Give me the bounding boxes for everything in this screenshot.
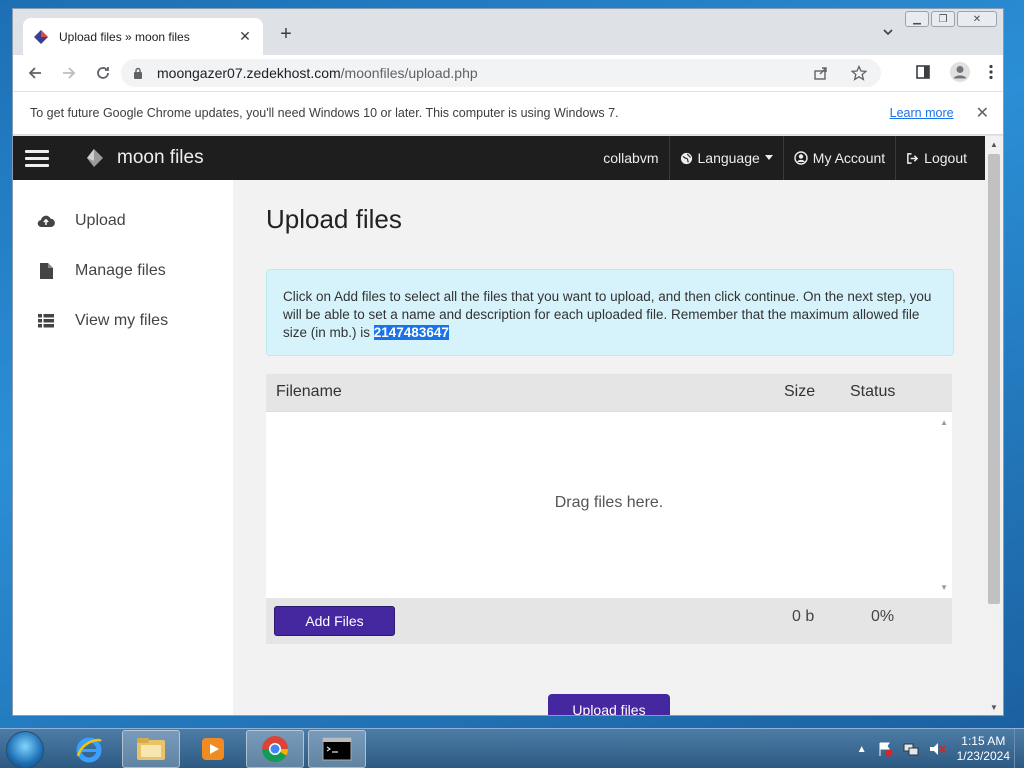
file-uploader: Filename Size Status ▲ Drag files here. … xyxy=(266,374,952,644)
moon-logo-icon xyxy=(87,149,103,167)
tab-close-icon[interactable]: ✕ xyxy=(237,28,253,45)
maximize-icon[interactable]: ❐ xyxy=(931,11,955,27)
show-desktop-button[interactable] xyxy=(1014,729,1024,768)
hamburger-menu-icon[interactable] xyxy=(25,149,49,167)
file-icon xyxy=(37,263,55,279)
col-size: Size xyxy=(784,383,816,400)
lock-icon xyxy=(134,67,142,79)
tray-expand-icon[interactable]: ▲ xyxy=(857,744,867,755)
update-infobar: To get future Google Chrome updates, you… xyxy=(13,91,1003,135)
nav-username: collabvm xyxy=(603,150,659,166)
reload-icon[interactable] xyxy=(91,61,115,85)
list-icon xyxy=(37,313,55,329)
upload-files-button[interactable]: Upload files xyxy=(548,694,670,715)
action-center-flag-icon[interactable] xyxy=(877,741,893,757)
brand-name[interactable]: moon files xyxy=(117,147,204,169)
sidebar-item-label: Manage files xyxy=(75,262,166,279)
info-alert: Click on Add files to select all the fil… xyxy=(266,269,954,356)
total-status: 0% xyxy=(871,608,895,625)
sidebar-item-view-my-files[interactable]: View my files xyxy=(37,312,168,330)
caret-down-icon xyxy=(764,155,773,160)
explorer-folder-icon[interactable] xyxy=(122,730,180,768)
tab-strip: Upload files » moon files ✕ + ▁ ❐ ✕ xyxy=(13,9,1003,55)
browser-toolbar: moongazer07.zedekhost.com/moonfiles/uplo… xyxy=(13,55,1003,91)
nav-right: collabvm Language My Account Logout xyxy=(593,136,977,180)
cmd-icon[interactable] xyxy=(308,730,366,768)
tab-title: Upload files » moon files xyxy=(59,29,190,44)
window-close-icon[interactable]: ✕ xyxy=(957,11,997,27)
user-circle-icon xyxy=(794,151,808,165)
sidebar-item-label: Upload xyxy=(75,212,126,229)
main-content: Upload files Click on Add files to selec… xyxy=(233,180,987,715)
globe-icon xyxy=(680,152,692,164)
toolbar-right xyxy=(915,61,993,83)
taskbar: ▲ 1:15 AM 1/23/2024 xyxy=(0,728,1024,768)
scrollbar-up-icon[interactable]: ▲ xyxy=(989,140,999,150)
chrome-icon[interactable] xyxy=(246,730,304,768)
sidebar-item-upload[interactable]: Upload xyxy=(37,212,126,230)
uploader-footer: Add Files 0 b 0% xyxy=(266,598,952,644)
cloud-upload-icon xyxy=(37,213,55,229)
network-icon[interactable] xyxy=(903,741,919,757)
drag-files-text: Drag files here. xyxy=(554,494,664,511)
add-files-button[interactable]: Add Files xyxy=(274,606,395,636)
sidebar: Upload Manage files View my files xyxy=(13,180,233,715)
page-scrollbar[interactable]: ▲ ▼ xyxy=(985,136,1003,715)
volume-muted-icon[interactable] xyxy=(929,741,947,757)
back-arrow-icon[interactable] xyxy=(23,61,47,85)
bookmark-star-icon[interactable] xyxy=(851,65,867,81)
url-text: moongazer07.zedekhost.com/moonfiles/uplo… xyxy=(157,65,478,81)
infobar-close-icon[interactable]: ✕ xyxy=(976,103,989,123)
kebab-menu-icon[interactable] xyxy=(989,64,993,80)
col-status: Status xyxy=(850,383,896,400)
logout-link[interactable]: Logout xyxy=(895,136,977,180)
uploader-header: Filename Size Status xyxy=(266,374,952,411)
infobar-text: To get future Google Chrome updates, you… xyxy=(30,106,619,120)
scrollbar-thumb[interactable] xyxy=(988,154,1000,604)
scroll-down-arrow-icon[interactable]: ▼ xyxy=(940,583,948,592)
sidebar-item-label: View my files xyxy=(75,312,169,329)
learn-more-link[interactable]: Learn more xyxy=(890,106,954,120)
new-tab-icon[interactable]: + xyxy=(275,23,297,46)
sign-out-icon xyxy=(907,152,919,164)
page-title: Upload files xyxy=(266,204,402,234)
forward-arrow-icon[interactable] xyxy=(57,61,81,85)
side-panel-icon[interactable] xyxy=(915,64,931,80)
start-button[interactable] xyxy=(6,731,44,768)
internet-explorer-icon[interactable] xyxy=(60,730,118,768)
omnibox-icons xyxy=(813,65,867,81)
minimize-icon[interactable]: ▁ xyxy=(905,11,929,27)
profile-avatar-icon[interactable] xyxy=(949,61,971,83)
col-filename: Filename xyxy=(276,383,342,400)
total-size: 0 b xyxy=(792,608,815,625)
my-account-link[interactable]: My Account xyxy=(782,136,895,180)
max-size-value: 2147483647 xyxy=(373,325,449,340)
clock-time: 1:15 AM xyxy=(961,734,1006,748)
sidebar-item-manage-files[interactable]: Manage files xyxy=(37,262,166,280)
clock-date: 1/23/2024 xyxy=(956,749,1010,763)
page-viewport: moon files collabvm Language My Account … xyxy=(13,136,987,715)
drop-zone[interactable]: ▲ Drag files here. ▼ xyxy=(266,411,952,598)
system-tray: ▲ 1:15 AM 1/23/2024 xyxy=(857,729,1010,768)
site-navbar: moon files collabvm Language My Account … xyxy=(13,136,987,180)
browser-window: Upload files » moon files ✕ + ▁ ❐ ✕ moon… xyxy=(12,8,1004,716)
browser-tab[interactable]: Upload files » moon files ✕ xyxy=(23,18,263,55)
system-clock[interactable]: 1:15 AM 1/23/2024 xyxy=(957,734,1010,764)
address-bar[interactable]: moongazer07.zedekhost.com/moonfiles/uplo… xyxy=(121,59,881,87)
site-favicon-icon xyxy=(34,29,48,44)
media-player-icon[interactable] xyxy=(184,730,242,768)
share-icon[interactable] xyxy=(813,65,829,81)
language-dropdown[interactable]: Language xyxy=(668,136,783,180)
window-controls: ▁ ❐ ✕ xyxy=(905,11,997,27)
scroll-up-arrow-icon[interactable]: ▲ xyxy=(940,418,948,427)
tab-search-chevron-icon[interactable] xyxy=(883,27,893,37)
scrollbar-down-icon[interactable]: ▼ xyxy=(989,703,999,713)
